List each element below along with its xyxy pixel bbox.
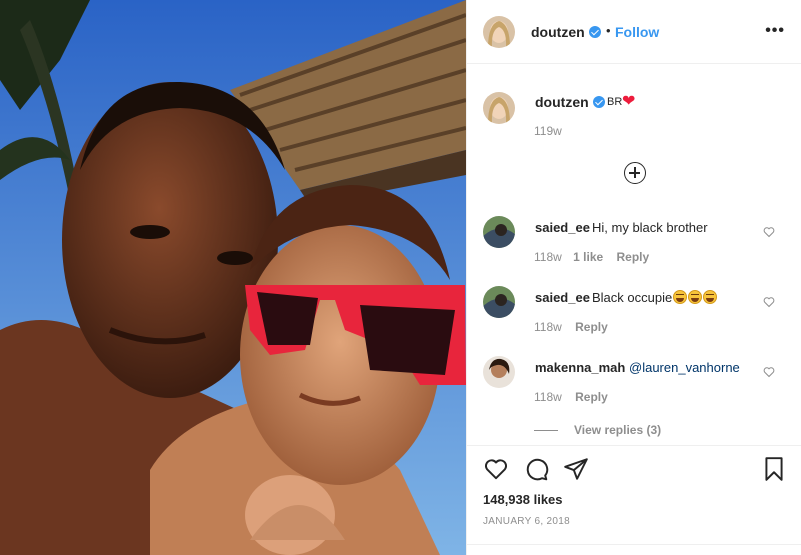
avatar[interactable] bbox=[483, 92, 515, 124]
add-comment-area[interactable] bbox=[467, 544, 801, 555]
verified-icon bbox=[592, 96, 605, 108]
more-options-icon[interactable]: ••• bbox=[765, 22, 785, 40]
post-header: doutzen • Follow ••• bbox=[467, 0, 801, 64]
avatar[interactable] bbox=[483, 16, 515, 48]
caption-time[interactable]: 119w bbox=[534, 124, 562, 138]
comment-text: Black occupie bbox=[592, 290, 718, 305]
heart-outline-icon[interactable] bbox=[763, 366, 775, 378]
comment-username[interactable]: saied_ee bbox=[535, 220, 590, 235]
comment-item: saied_ee Black occupie 118w Reply bbox=[467, 286, 801, 346]
commenter-image bbox=[483, 286, 515, 318]
post-username[interactable]: doutzen bbox=[531, 24, 601, 40]
caption-text: BR bbox=[607, 96, 623, 108]
share-icon[interactable] bbox=[563, 456, 589, 482]
load-more-comments-button[interactable] bbox=[624, 162, 646, 184]
post-image bbox=[0, 0, 466, 555]
comment-item: makenna_mah @lauren_vanhorne 118w Reply bbox=[467, 356, 801, 416]
comment-icon[interactable] bbox=[523, 456, 549, 482]
avatar[interactable] bbox=[483, 286, 515, 318]
comment-username[interactable]: makenna_mah bbox=[535, 360, 625, 375]
likes-count[interactable]: 148,938 likes bbox=[483, 492, 563, 507]
separator: • bbox=[606, 23, 611, 38]
post-panel: doutzen • Follow ••• doutzen BR ❤ 119w s… bbox=[466, 0, 801, 555]
follow-button[interactable]: Follow bbox=[615, 24, 659, 40]
profile-image bbox=[483, 16, 515, 48]
caption-username[interactable]: doutzen bbox=[535, 94, 605, 110]
verified-icon bbox=[588, 26, 601, 38]
reply-button[interactable]: Reply bbox=[617, 250, 650, 264]
laughing-emoji-icon bbox=[703, 290, 718, 304]
like-heart-icon[interactable] bbox=[483, 456, 509, 482]
comment-mention-link[interactable]: @lauren_vanhorne bbox=[629, 360, 740, 375]
comment-likes[interactable]: 1 like bbox=[573, 250, 603, 264]
comment-time[interactable]: 118w bbox=[534, 320, 562, 334]
post-date: JANUARY 6, 2018 bbox=[483, 516, 570, 527]
profile-image bbox=[483, 92, 515, 124]
commenter-image bbox=[483, 216, 515, 248]
red-heart-emoji-icon: ❤ bbox=[622, 93, 636, 110]
heart-outline-icon[interactable] bbox=[763, 226, 775, 238]
post-photo[interactable] bbox=[0, 0, 466, 555]
caption: doutzen BR ❤ 119w bbox=[467, 84, 801, 154]
comment-meta: 118w Reply bbox=[534, 390, 608, 404]
comment-item: saied_ee Hi, my black brother 118w 1 lik… bbox=[467, 216, 801, 276]
reply-button[interactable]: Reply bbox=[575, 390, 608, 404]
comment-username[interactable]: saied_ee bbox=[535, 290, 590, 305]
view-replies-button[interactable]: View replies (3) bbox=[534, 423, 661, 437]
avatar[interactable] bbox=[483, 356, 515, 388]
bookmark-icon[interactable] bbox=[761, 456, 787, 482]
comment-meta: 118w 1 like Reply bbox=[534, 250, 649, 264]
laughing-emoji-icon bbox=[673, 290, 688, 304]
comment-time[interactable]: 118w bbox=[534, 390, 562, 404]
avatar[interactable] bbox=[483, 216, 515, 248]
comment-text: Hi, my black brother bbox=[592, 220, 708, 235]
comment-meta: 118w Reply bbox=[534, 320, 608, 334]
divider bbox=[534, 430, 558, 432]
commenter-image bbox=[483, 356, 515, 388]
comment-time[interactable]: 118w bbox=[534, 250, 562, 264]
post-actions: 148,938 likes JANUARY 6, 2018 bbox=[467, 445, 801, 555]
heart-outline-icon[interactable] bbox=[763, 296, 775, 308]
laughing-emoji-icon bbox=[688, 290, 703, 304]
reply-button[interactable]: Reply bbox=[575, 320, 608, 334]
